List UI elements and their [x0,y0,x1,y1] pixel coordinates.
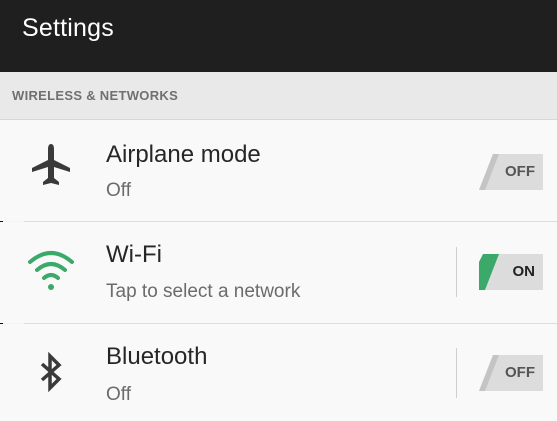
bluetooth-icon [40,351,62,393]
app-bar: Settings [0,0,557,72]
toggle-label: OFF [505,364,535,381]
wifi-toggle[interactable]: ON [479,254,543,290]
setting-row-airplane-mode[interactable]: Airplane mode Off OFF [0,120,557,221]
setting-title: Wi-Fi [106,241,162,268]
setting-subtitle: Off [106,384,131,405]
airplane-mode-toggle[interactable]: OFF [479,154,543,190]
setting-subtitle: Tap to select a network [106,281,301,302]
setting-row-bluetooth[interactable]: Bluetooth Off OFF [0,324,557,421]
vertical-separator [456,247,457,297]
bluetooth-toggle[interactable]: OFF [479,355,543,391]
setting-row-wifi[interactable]: Wi-Fi Tap to select a network ON [0,222,557,323]
airplane-icon [32,144,70,185]
vertical-separator [456,348,457,398]
setting-subtitle: Off [106,180,131,201]
section-header: WIRELESS & NETWORKS [0,72,557,120]
wifi-icon [28,251,74,290]
setting-title: Airplane mode [106,141,261,168]
toggle-label: ON [512,263,536,280]
section-label: WIRELESS & NETWORKS [12,88,179,103]
setting-title: Bluetooth [106,343,208,370]
page-title: Settings [22,14,114,42]
toggle-label: OFF [505,163,535,180]
